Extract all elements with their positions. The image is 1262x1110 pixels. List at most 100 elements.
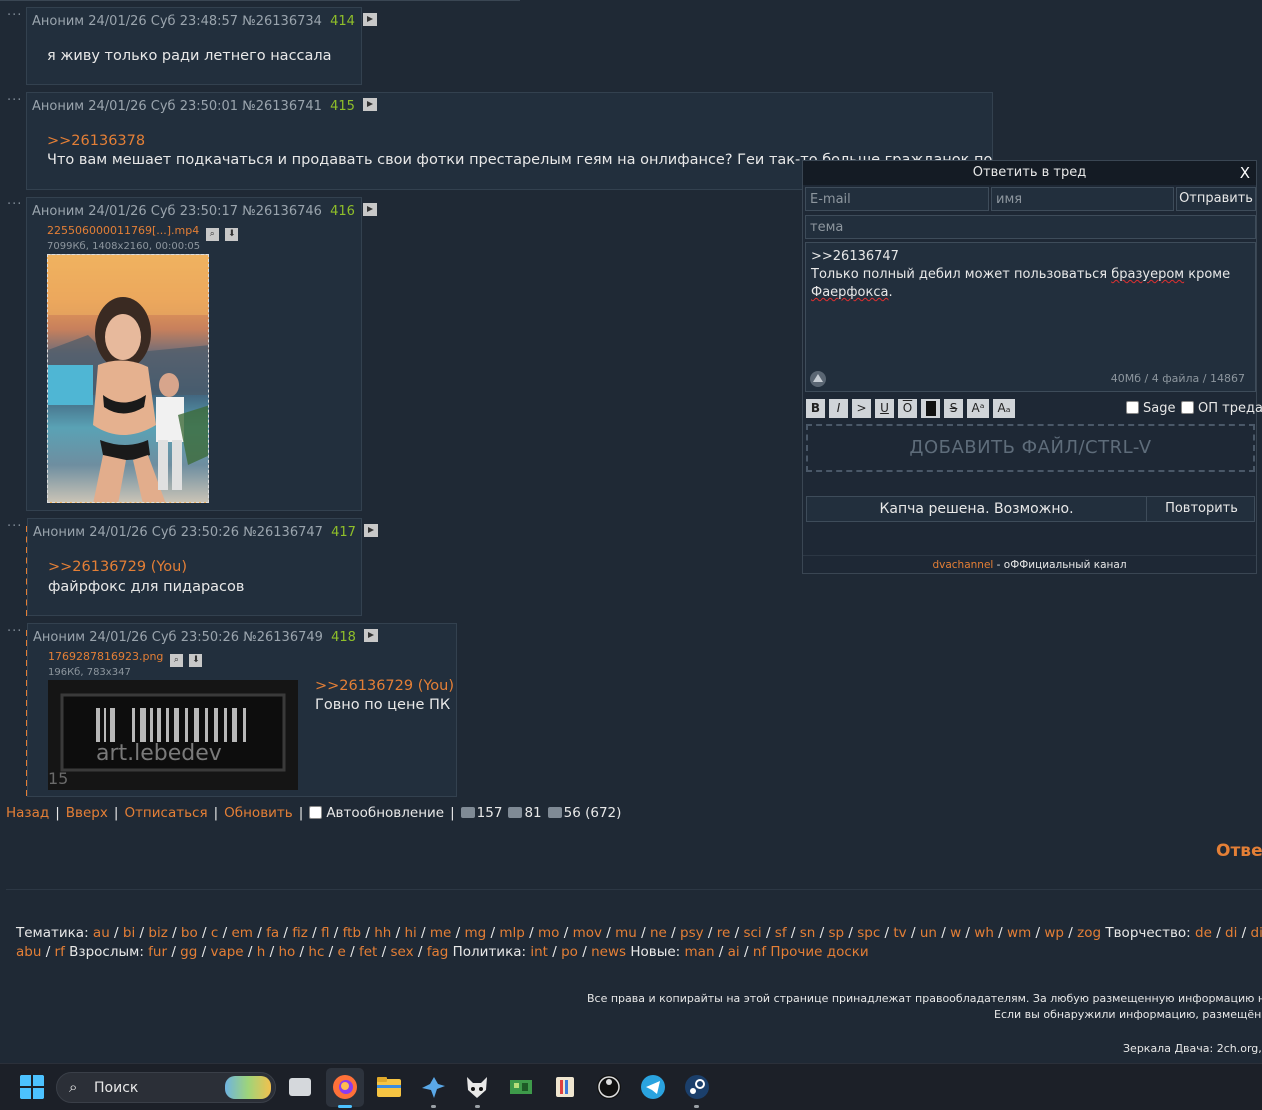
board-link-biz[interactable]: biz <box>148 925 167 941</box>
other-boards-link[interactable]: Прочие доски <box>770 944 868 960</box>
taskbar-search-input[interactable]: ⌕ Поиск <box>56 1072 276 1103</box>
download-icon[interactable]: ⬇ <box>225 228 239 241</box>
file-dropzone[interactable]: ДОБАВИТЬ ФАЙЛ/CTRL-V <box>806 424 1255 472</box>
answer-link[interactable]: Ответ <box>1216 841 1262 861</box>
refresh-link[interactable]: Обновить <box>224 805 293 821</box>
reply-link[interactable]: >>26136729 (You) <box>48 559 187 575</box>
post-id[interactable]: №26136746 <box>242 204 322 219</box>
top-link[interactable]: Вверх <box>66 805 108 821</box>
overline-button[interactable]: O <box>898 399 917 418</box>
post-id[interactable]: №26136749 <box>243 630 323 645</box>
board-link-hi[interactable]: hi <box>404 925 416 941</box>
reply-link[interactable]: >>26136378 <box>47 133 145 149</box>
download-icon[interactable]: ⬇ <box>189 654 203 667</box>
sage-checkbox[interactable] <box>1126 401 1139 414</box>
board-link-sn[interactable]: sn <box>800 925 816 941</box>
board-link-zog[interactable]: zog <box>1077 925 1101 941</box>
unsubscribe-link[interactable]: Отписаться <box>124 805 207 821</box>
retry-button[interactable]: Повторить <box>1148 497 1255 521</box>
back-link[interactable]: Назад <box>6 805 49 821</box>
board-link-wh[interactable]: wh <box>974 925 994 941</box>
board-link-ftb[interactable]: ftb <box>343 925 361 941</box>
post-dots[interactable]: ··· <box>7 93 22 108</box>
board-link-po[interactable]: po <box>561 944 578 960</box>
reply-link[interactable]: >>26136729 (You) <box>315 678 454 694</box>
quote-button[interactable]: > <box>852 399 871 418</box>
subject-field[interactable]: тема <box>805 215 1256 239</box>
file-name-link[interactable]: 1769287816923.png ⌕ ⬇ <box>48 650 203 667</box>
board-link-me[interactable]: me <box>430 925 451 941</box>
post-dots[interactable]: ··· <box>7 197 22 212</box>
post-dots[interactable]: ··· <box>7 624 22 639</box>
play-icon[interactable] <box>364 524 379 537</box>
paint-app-icon[interactable] <box>552 1074 578 1100</box>
bird-app-icon[interactable] <box>420 1074 446 1100</box>
submit-button[interactable]: Отправить <box>1176 187 1256 211</box>
board-link-di[interactable]: di <box>1225 925 1237 941</box>
board-link-fag[interactable]: fag <box>427 944 449 960</box>
message-textarea[interactable]: >>26136747 Только полный дебил может пол… <box>805 242 1256 392</box>
op-option[interactable]: ОП треда <box>1181 401 1262 416</box>
board-link-h[interactable]: h <box>257 944 266 960</box>
telegram-icon[interactable] <box>640 1074 666 1100</box>
op-checkbox[interactable] <box>1181 401 1194 414</box>
board-link-hh[interactable]: hh <box>374 925 391 941</box>
channel-link[interactable]: dvachannel <box>932 559 993 571</box>
board-link-nf[interactable]: nf <box>753 944 766 960</box>
board-link-mov[interactable]: mov <box>573 925 602 941</box>
bold-button[interactable]: B <box>806 399 825 418</box>
underline-button[interactable]: U <box>875 399 894 418</box>
close-icon[interactable]: X <box>1240 161 1250 185</box>
play-icon[interactable] <box>363 203 378 216</box>
post-id[interactable]: №26136741 <box>242 99 322 114</box>
post-dots[interactable]: ··· <box>7 8 22 23</box>
board-link-de[interactable]: de <box>1195 925 1212 941</box>
file-explorer-icon[interactable] <box>376 1074 402 1100</box>
board-link-mg[interactable]: mg <box>465 925 487 941</box>
board-link-int[interactable]: int <box>530 944 548 960</box>
post-id[interactable]: №26136747 <box>243 525 323 540</box>
reply-form-title[interactable]: Ответить в тред X <box>803 161 1256 185</box>
file-name[interactable]: 225506000011769[...].mp4 <box>47 224 199 237</box>
board-link-mo[interactable]: mo <box>538 925 559 941</box>
sage-option[interactable]: Sage <box>1126 401 1175 416</box>
board-link-em[interactable]: em <box>231 925 252 941</box>
board-link-vape[interactable]: vape <box>210 944 243 960</box>
board-link-re[interactable]: re <box>717 925 731 941</box>
file-name-link[interactable]: 225506000011769[...].mp4 ⌕ ⬇ <box>47 224 239 241</box>
play-icon[interactable] <box>364 629 379 642</box>
board-link-fl[interactable]: fl <box>321 925 330 941</box>
image-thumbnail[interactable]: art.lebedev 15 <box>48 680 298 790</box>
file-name[interactable]: 1769287816923.png <box>48 650 163 663</box>
board-link-ai[interactable]: ai <box>728 944 740 960</box>
name-field[interactable]: имя <box>991 187 1174 211</box>
board-link-abu[interactable]: abu <box>16 944 41 960</box>
autorefresh-checkbox[interactable] <box>309 806 323 819</box>
board-link-au[interactable]: au <box>93 925 110 941</box>
board-link-spc[interactable]: spc <box>857 925 880 941</box>
italic-button[interactable]: I <box>829 399 848 418</box>
email-field[interactable]: E-mail <box>805 187 989 211</box>
superscript-button[interactable]: Aᵃ <box>967 399 989 418</box>
subscript-button[interactable]: Aₐ <box>993 399 1015 418</box>
board-link-sex[interactable]: sex <box>390 944 413 960</box>
magnifier-icon[interactable]: ⌕ <box>205 228 219 241</box>
play-icon[interactable] <box>363 98 378 111</box>
fox-mask-icon[interactable] <box>464 1074 490 1100</box>
board-link-bo[interactable]: bo <box>181 925 198 941</box>
steam-icon[interactable] <box>684 1074 710 1100</box>
board-link-mlp[interactable]: mlp <box>499 925 524 941</box>
magnifier-icon[interactable]: ⌕ <box>169 654 183 667</box>
board-link-gg[interactable]: gg <box>180 944 197 960</box>
task-view-icon[interactable] <box>289 1078 311 1096</box>
board-link-fet[interactable]: fet <box>359 944 377 960</box>
post-dots[interactable]: ··· <box>7 519 22 534</box>
play-icon[interactable] <box>363 13 378 26</box>
board-link-diy[interactable]: diy <box>1251 925 1262 941</box>
board-link-news[interactable]: news <box>591 944 626 960</box>
board-link-w[interactable]: w <box>950 925 961 941</box>
obs-icon[interactable] <box>596 1074 622 1100</box>
emoji-icon[interactable] <box>809 370 827 388</box>
strike-button[interactable]: S <box>944 399 963 418</box>
board-link-bi[interactable]: bi <box>123 925 135 941</box>
